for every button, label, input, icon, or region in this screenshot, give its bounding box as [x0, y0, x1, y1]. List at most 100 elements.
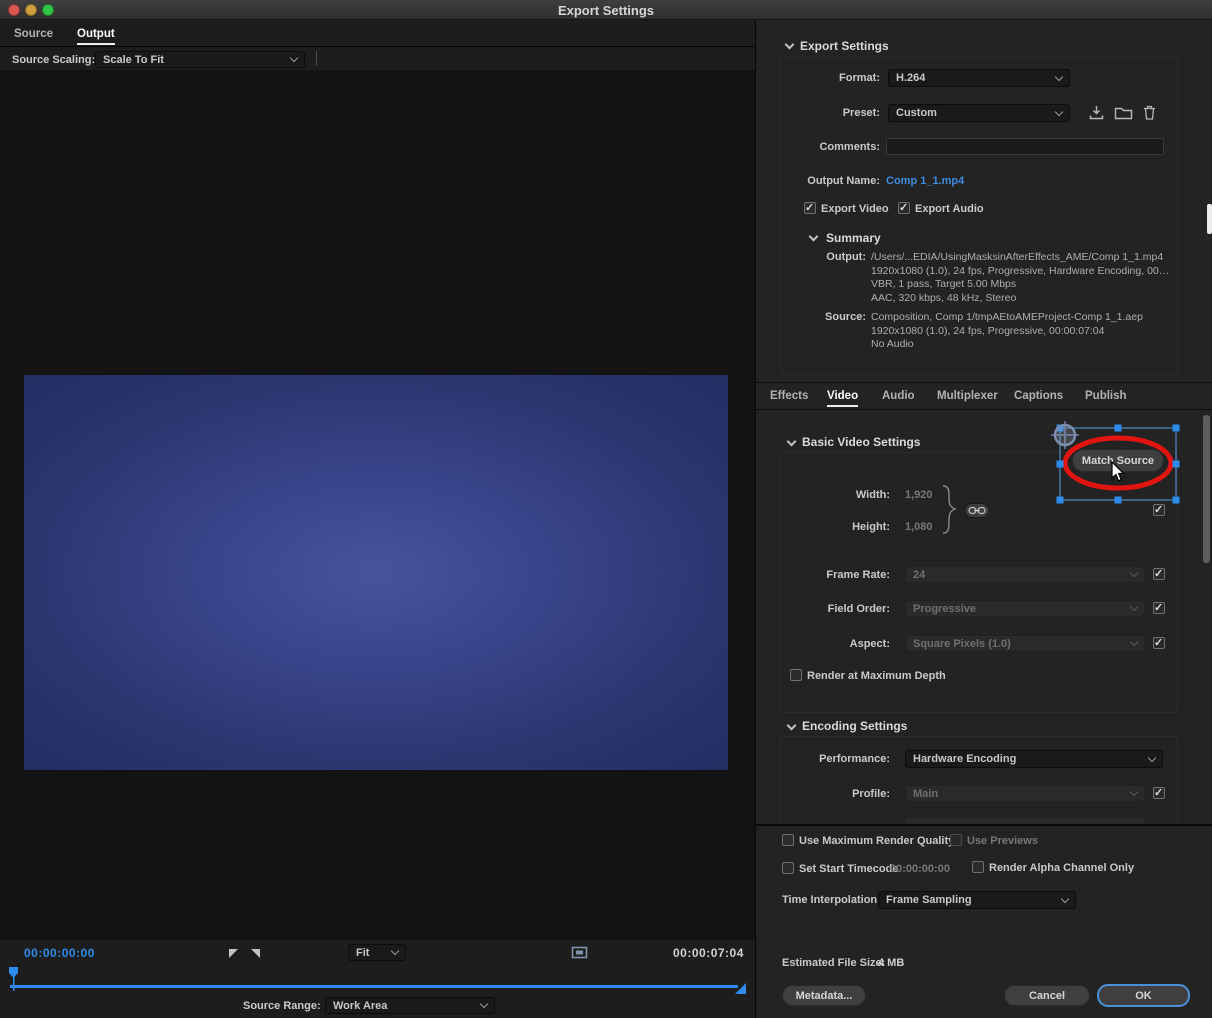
- tab-multiplexer[interactable]: Multiplexer: [937, 390, 998, 402]
- playhead[interactable]: [8, 966, 20, 995]
- collapse-basic-video-icon[interactable]: [787, 437, 797, 447]
- profile-value: Main: [913, 788, 1131, 800]
- divider: [0, 46, 755, 47]
- divider: [756, 409, 1212, 410]
- set-start-timecode-checkbox[interactable]: [782, 862, 794, 874]
- dimensions-auto-checkbox[interactable]: [1153, 504, 1165, 516]
- time-interpolation-label: Time Interpolation:: [782, 894, 881, 906]
- metadata-button[interactable]: Metadata...: [782, 985, 866, 1006]
- crop-output-icon[interactable]: [571, 945, 588, 963]
- chevron-down-icon: [1130, 603, 1138, 611]
- delete-preset-icon[interactable]: [1142, 104, 1157, 124]
- source-range-label: Source Range:: [243, 1000, 321, 1012]
- export-video-checkbox[interactable]: [804, 202, 816, 214]
- source-range-select[interactable]: Work Area: [325, 997, 495, 1014]
- match-source-button[interactable]: Match Source: [1072, 449, 1164, 472]
- performance-select[interactable]: Hardware Encoding: [905, 750, 1163, 768]
- tab-publish[interactable]: Publish: [1085, 390, 1127, 402]
- collapse-summary-icon[interactable]: [809, 232, 819, 242]
- duration-timecode: 00:00:07:04: [673, 946, 744, 960]
- link-width-height-icon[interactable]: [964, 502, 990, 522]
- source-scaling-select[interactable]: Scale To Fit: [95, 51, 305, 68]
- window-title: Export Settings: [0, 3, 1212, 18]
- current-timecode: 00:00:00:00: [24, 946, 95, 960]
- use-max-render-quality-checkbox[interactable]: [782, 834, 794, 846]
- divider: [756, 824, 1212, 826]
- set-out-point-icon[interactable]: [250, 948, 261, 962]
- chevron-down-icon: [1130, 569, 1138, 577]
- work-area-bar[interactable]: [10, 985, 738, 988]
- scrollbar-thumb[interactable]: [1203, 415, 1210, 563]
- metadata-button-label: Metadata...: [796, 990, 853, 1002]
- preset-select[interactable]: Custom: [888, 104, 1070, 122]
- frame-rate-select: 24: [905, 566, 1145, 583]
- summary-output-text: /Users/...EDIA/UsingMasksinAfterEffects_…: [871, 251, 1171, 305]
- summary-title: Summary: [826, 231, 881, 245]
- window-scrollbar-thumb[interactable]: [1207, 204, 1212, 234]
- preview-viewport: [0, 70, 755, 940]
- tab-audio[interactable]: Audio: [882, 390, 915, 402]
- work-area-end-handle[interactable]: [733, 981, 747, 998]
- zoom-level-select[interactable]: Fit: [348, 944, 406, 961]
- aspect-select: Square Pixels (1.0): [905, 635, 1145, 652]
- export-settings-window: Export Settings Source Output Source Sca…: [0, 0, 1212, 1018]
- chevron-down-icon: [290, 54, 298, 62]
- set-start-timecode-label: Set Start Timecode: [799, 863, 898, 875]
- cancel-button-label: Cancel: [1029, 990, 1065, 1002]
- title-bar: Export Settings: [0, 0, 1212, 20]
- encoding-settings-title: Encoding Settings: [802, 719, 907, 733]
- frame-rate-auto-checkbox[interactable]: [1153, 568, 1165, 580]
- collapse-export-settings-icon[interactable]: [785, 40, 795, 50]
- render-max-depth-label: Render at Maximum Depth: [807, 670, 946, 682]
- render-alpha-checkbox[interactable]: [972, 861, 984, 873]
- use-max-render-quality-label: Use Maximum Render Quality: [799, 835, 954, 847]
- format-label: Format:: [760, 72, 880, 84]
- summary-output-line: VBR, 1 pass, Target 5.00 Mbps: [871, 278, 1171, 292]
- source-scaling-label: Source Scaling:: [12, 54, 95, 66]
- format-select[interactable]: H.264: [888, 69, 1070, 87]
- chevron-down-icon: [1148, 753, 1156, 761]
- profile-auto-checkbox[interactable]: [1153, 787, 1165, 799]
- performance-label: Performance:: [770, 753, 890, 765]
- profile-label: Profile:: [770, 788, 890, 800]
- tab-effects[interactable]: Effects: [770, 390, 808, 402]
- render-max-depth-checkbox[interactable]: [790, 669, 802, 681]
- comments-input[interactable]: [886, 138, 1164, 155]
- output-name-link[interactable]: Comp 1_1.mp4: [886, 175, 964, 187]
- tab-source[interactable]: Source: [14, 28, 53, 40]
- ok-button[interactable]: OK: [1097, 984, 1190, 1007]
- chevron-down-icon: [1055, 107, 1063, 115]
- render-alpha-label: Render Alpha Channel Only: [989, 862, 1134, 874]
- composition-preview: [24, 375, 728, 770]
- field-order-label: Field Order:: [770, 603, 890, 615]
- tab-video[interactable]: Video: [827, 390, 858, 407]
- estimated-file-size-value: 4 MB: [878, 957, 904, 969]
- match-source-label: Match Source: [1082, 455, 1154, 467]
- tab-output[interactable]: Output: [77, 28, 115, 45]
- collapse-encoding-icon[interactable]: [787, 721, 797, 731]
- frame-rate-label: Frame Rate:: [770, 569, 890, 581]
- summary-source-line: Composition, Comp 1/tmpAEtoAMEProject-Co…: [871, 311, 1171, 325]
- summary-source-line: 1920x1080 (1.0), 24 fps, Progressive, 00…: [871, 325, 1171, 339]
- import-preset-icon[interactable]: [1114, 104, 1133, 124]
- comments-label: Comments:: [760, 141, 880, 153]
- save-preset-icon[interactable]: [1088, 104, 1105, 124]
- aspect-auto-checkbox[interactable]: [1153, 637, 1165, 649]
- cancel-button[interactable]: Cancel: [1004, 985, 1090, 1006]
- annotation-target-icon: [1049, 419, 1081, 454]
- summary-output-line: 1920x1080 (1.0), 24 fps, Progressive, Ha…: [871, 265, 1171, 279]
- use-previews-checkbox: [950, 834, 962, 846]
- summary-source-label: Source:: [766, 311, 866, 323]
- set-in-point-icon[interactable]: [228, 948, 239, 962]
- chevron-down-icon: [391, 947, 399, 955]
- summary-output-line: /Users/...EDIA/UsingMasksinAfterEffects_…: [871, 251, 1171, 265]
- height-value: 1,080: [905, 521, 933, 533]
- format-value: H.264: [896, 72, 1056, 84]
- tab-captions[interactable]: Captions: [1014, 390, 1063, 402]
- time-interpolation-select[interactable]: Frame Sampling: [878, 891, 1076, 909]
- ok-button-label: OK: [1135, 990, 1152, 1002]
- field-order-auto-checkbox[interactable]: [1153, 602, 1165, 614]
- width-label: Width:: [770, 489, 890, 501]
- export-audio-checkbox[interactable]: [898, 202, 910, 214]
- field-order-value: Progressive: [913, 603, 1131, 615]
